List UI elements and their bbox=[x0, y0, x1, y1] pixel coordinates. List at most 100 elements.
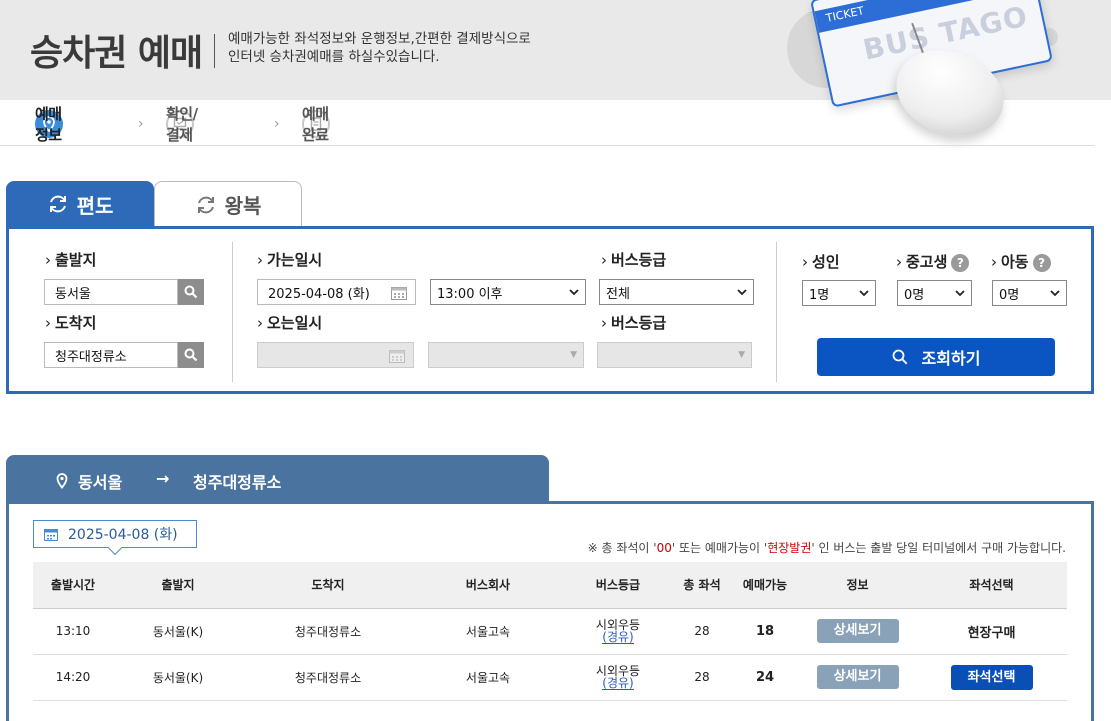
column-header: 출발지 bbox=[113, 562, 243, 609]
search-icon bbox=[184, 348, 198, 362]
detail-button[interactable]: 상세보기 bbox=[816, 665, 899, 689]
step-label: 예매완료 bbox=[302, 105, 329, 144]
tab-oneway[interactable]: 편도 bbox=[6, 181, 154, 227]
column-header: 버스등급 bbox=[563, 562, 673, 609]
location-pin-icon bbox=[56, 473, 68, 489]
step-confirm-payment: 확인/결제 bbox=[166, 105, 200, 144]
route-from: 동서울 bbox=[56, 469, 122, 493]
refresh-icon bbox=[195, 194, 217, 216]
route-from-label: 동서울 bbox=[78, 473, 123, 492]
help-icon[interactable]: ? bbox=[951, 253, 970, 272]
step-complete: 예매완료 bbox=[302, 105, 336, 144]
onsite-purchase-text: 현장구매 bbox=[916, 608, 1067, 655]
page-title: 승차권 예매 bbox=[30, 33, 203, 74]
return-time-select: ▼ bbox=[428, 342, 584, 368]
return-date-input bbox=[257, 342, 414, 368]
adult-value: 1명 bbox=[809, 287, 830, 303]
depart-label: › 출발지 bbox=[45, 251, 97, 269]
column-header: 출발시간 bbox=[33, 562, 113, 609]
column-header: 총 좌석 bbox=[673, 562, 731, 609]
return-grade-select: ▼ bbox=[597, 342, 752, 368]
result-table: 출발시간 출발지 도착지 버스회사 버스등급 총 좌석 예매가능 정보 좌석선택… bbox=[33, 562, 1067, 701]
arrive-search-button[interactable] bbox=[178, 342, 204, 368]
go-date-value: 2025-04-08 (화) bbox=[268, 286, 370, 302]
step-label: 예매정보 bbox=[35, 105, 62, 144]
tab-label: 왕복 bbox=[224, 194, 262, 218]
step-booking-info: 예매정보 bbox=[35, 105, 69, 144]
route-to: 청주대정류소 bbox=[193, 473, 282, 492]
adult-select[interactable]: 1명 bbox=[802, 280, 876, 306]
query-button-label: 조회하기 bbox=[921, 349, 981, 368]
search-icon bbox=[892, 349, 907, 365]
student-label: › 중고생? bbox=[896, 251, 970, 272]
departure-terminal: 동서울(K) bbox=[113, 654, 243, 701]
calendar-icon bbox=[44, 528, 58, 541]
tab-roundtrip[interactable]: 왕복 bbox=[154, 181, 302, 227]
go-date-input[interactable]: 2025-04-08 (화) bbox=[257, 279, 416, 305]
bus-company: 서울고속 bbox=[413, 608, 563, 655]
seat-select-cell: 좌석선택 bbox=[916, 654, 1067, 701]
child-value: 0명 bbox=[999, 287, 1020, 303]
go-time-select[interactable]: 13:00 이후 bbox=[430, 279, 586, 305]
bus-grade: 시외우등 (경유) bbox=[563, 608, 673, 655]
page-banner: 승차권 예매 예매가능한 좌석정보와 운행정보,간편한 결제방식으로 인터넷 승… bbox=[0, 0, 1111, 151]
arrival-terminal: 청주대정류소 bbox=[243, 654, 413, 701]
column-header: 정보 bbox=[799, 562, 916, 609]
query-button[interactable]: 조회하기 bbox=[817, 338, 1055, 376]
return-date-label: › 오는일시 bbox=[257, 314, 323, 332]
result-date-value: 2025-04-08 (화) bbox=[68, 527, 178, 543]
grade-select[interactable]: 전체 bbox=[599, 279, 754, 305]
description-line: 예매가능한 좌석정보와 운행정보,간편한 결제방식으로 bbox=[228, 31, 531, 47]
chevron-down-icon bbox=[569, 285, 579, 300]
child-select[interactable]: 0명 bbox=[992, 280, 1067, 306]
go-date-label: › 가는일시 bbox=[257, 251, 323, 269]
total-seats: 28 bbox=[673, 608, 731, 655]
go-time-value: 13:00 이후 bbox=[437, 286, 503, 302]
seat-select-button[interactable]: 좌석선택 bbox=[950, 664, 1033, 690]
detail-button[interactable]: 상세보기 bbox=[816, 619, 899, 643]
student-select[interactable]: 0명 bbox=[897, 280, 972, 306]
grade-label: › 버스등급 bbox=[601, 251, 667, 269]
column-header: 버스회사 bbox=[413, 562, 563, 609]
available-seats: 18 bbox=[731, 608, 799, 655]
chevron-down-icon bbox=[737, 285, 747, 300]
result-panel: 2025-04-08 (화) ※ 총 좌석이 '00' 또는 예매가능이 '현장… bbox=[6, 501, 1094, 721]
depart-search-button[interactable] bbox=[178, 279, 204, 305]
tab-label: 편도 bbox=[76, 193, 114, 218]
depart-input[interactable]: 동서울 bbox=[44, 279, 178, 305]
table-header-row: 출발시간 출발지 도착지 버스회사 버스등급 총 좌석 예매가능 정보 좌석선택 bbox=[33, 562, 1067, 609]
search-icon bbox=[184, 285, 198, 299]
calendar-icon bbox=[389, 349, 405, 367]
description-line: 인터넷 승차권예매를 하실수있습니다. bbox=[228, 49, 440, 65]
departure-time: 13:10 bbox=[33, 608, 113, 655]
table-row: 13:10 동서울(K) 청주대정류소 서울고속 시외우등 (경유) 28 18 … bbox=[33, 608, 1067, 655]
bus-company: 서울고속 bbox=[413, 654, 563, 701]
divider bbox=[776, 242, 777, 382]
bus-grade: 시외우등 (경유) bbox=[563, 654, 673, 701]
caret-down-icon: ▼ bbox=[570, 350, 577, 360]
result-date: 2025-04-08 (화) bbox=[33, 520, 197, 556]
chevron-down-icon bbox=[859, 286, 869, 301]
total-seats: 28 bbox=[673, 654, 731, 701]
column-header: 예매가능 bbox=[731, 562, 799, 609]
table-row: 14:20 동서울(K) 청주대정류소 서울고속 시외우등 (경유) 28 24 … bbox=[33, 654, 1067, 701]
arrive-label: › 도착지 bbox=[45, 314, 97, 332]
adult-label: › 성인 bbox=[802, 253, 840, 271]
page-description: 예매가능한 좌석정보와 운행정보,간편한 결제방식으로 인터넷 승차권예매를 하… bbox=[228, 30, 531, 66]
title-divider bbox=[214, 34, 215, 68]
divider bbox=[232, 242, 233, 382]
calendar-icon[interactable] bbox=[391, 286, 407, 304]
departure-terminal: 동서울(K) bbox=[113, 608, 243, 655]
chevron-right-icon: › bbox=[138, 116, 144, 132]
arrive-input[interactable]: 청주대정류소 bbox=[44, 342, 178, 368]
arrival-terminal: 청주대정류소 bbox=[243, 608, 413, 655]
caret-down-icon: ▼ bbox=[738, 350, 745, 360]
column-header: 좌석선택 bbox=[916, 562, 1067, 609]
help-icon[interactable]: ? bbox=[1032, 253, 1051, 272]
arrow-right-icon: → bbox=[156, 469, 170, 488]
return-grade-label: › 버스등급 bbox=[601, 314, 667, 332]
route-header: 동서울 → 청주대정류소 bbox=[6, 455, 549, 503]
step-indicator: 예매정보 › 확인/결제 › 예매완료 bbox=[0, 100, 1095, 146]
refresh-icon bbox=[47, 193, 69, 215]
step-label: 확인/결제 bbox=[166, 105, 198, 144]
